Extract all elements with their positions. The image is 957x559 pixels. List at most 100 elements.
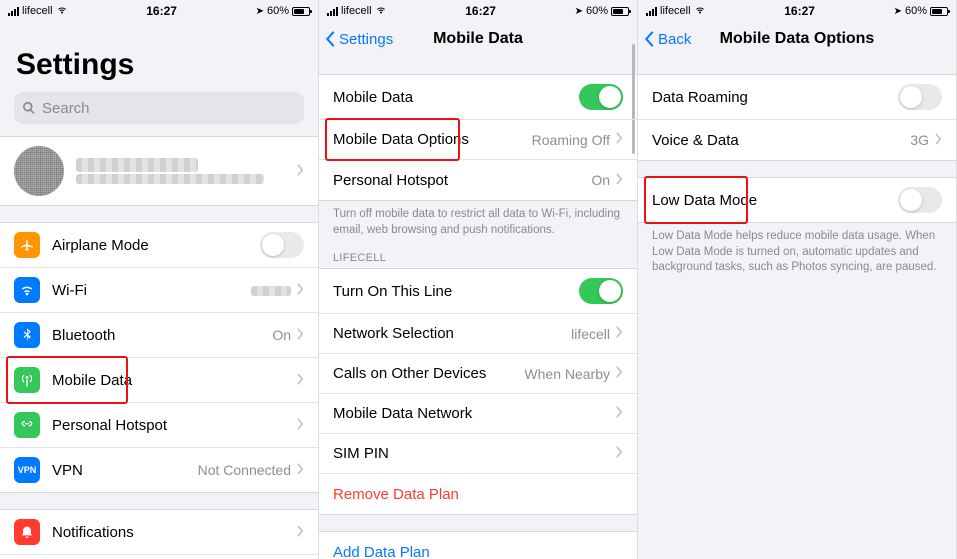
- voice-data-row[interactable]: Voice & Data 3G: [638, 120, 956, 160]
- mobile-data-toggle[interactable]: [579, 84, 623, 110]
- carrier-label: lifecell: [660, 5, 691, 17]
- bluetooth-row[interactable]: Bluetooth On: [0, 313, 318, 358]
- battery-icon: [930, 7, 948, 16]
- nav-title: Mobile Data: [433, 30, 523, 48]
- sounds-row[interactable]: Sounds & Haptics: [0, 555, 318, 559]
- notifications-icon: [14, 519, 40, 545]
- footer-text: Turn off mobile data to restrict all dat…: [319, 201, 637, 238]
- airplane-mode-row[interactable]: Airplane Mode: [0, 223, 318, 268]
- footer-text: Low Data Mode helps reduce mobile data u…: [638, 223, 956, 276]
- row-label: Low Data Mode: [652, 192, 898, 209]
- notifications-row[interactable]: Notifications: [0, 510, 318, 555]
- row-label: Remove Data Plan: [333, 486, 623, 503]
- bluetooth-icon: [14, 322, 40, 348]
- chevron-right-icon: [616, 445, 623, 462]
- line-toggle[interactable]: [579, 278, 623, 304]
- row-label: Wi-Fi: [52, 282, 251, 299]
- location-icon: ➤: [256, 6, 264, 17]
- row-label: Notifications: [52, 524, 297, 541]
- chevron-right-icon: [297, 372, 304, 389]
- row-label: Mobile Data: [52, 372, 297, 389]
- add-data-plan-row[interactable]: Add Data Plan: [319, 532, 637, 559]
- chevron-right-icon: [297, 417, 304, 434]
- back-button[interactable]: Settings: [325, 31, 393, 48]
- low-data-toggle[interactable]: [898, 187, 942, 213]
- nav-bar: Back Mobile Data Options: [638, 20, 956, 58]
- row-label: Network Selection: [333, 325, 571, 342]
- chevron-right-icon: [297, 327, 304, 344]
- hotspot-row[interactable]: Personal Hotspot: [0, 403, 318, 448]
- mobile-data-network-row[interactable]: Mobile Data Network: [319, 394, 637, 434]
- mobile-data-options-row[interactable]: Mobile Data Options Roaming Off: [319, 120, 637, 160]
- network-selection-row[interactable]: Network Selection lifecell: [319, 314, 637, 354]
- chevron-right-icon: [616, 365, 623, 382]
- carrier-label: lifecell: [341, 5, 372, 17]
- wifi-status-icon: [694, 5, 706, 18]
- roaming-toggle[interactable]: [898, 84, 942, 110]
- battery-icon: [292, 7, 310, 16]
- clock: 16:27: [465, 4, 496, 18]
- hotspot-icon: [14, 412, 40, 438]
- calls-other-devices-row[interactable]: Calls on Other Devices When Nearby: [319, 354, 637, 394]
- search-placeholder: Search: [42, 100, 90, 117]
- status-bar: lifecell 16:27 ➤60%: [319, 0, 637, 20]
- avatar: [14, 146, 64, 196]
- row-label: VPN: [52, 462, 198, 479]
- row-value: Not Connected: [198, 462, 291, 478]
- row-value: 3G: [910, 132, 929, 148]
- mobile-data-row[interactable]: Mobile Data: [0, 358, 318, 403]
- chevron-left-icon: [644, 31, 655, 47]
- low-data-mode-row[interactable]: Low Data Mode: [638, 178, 956, 222]
- wifi-icon: [14, 277, 40, 303]
- row-value: On: [272, 327, 291, 343]
- nav-title: Mobile Data Options: [720, 30, 875, 48]
- screen-mobile-data: lifecell 16:27 ➤60% Settings Mobile Data…: [319, 0, 638, 559]
- screen-mobile-data-options: lifecell 16:27 ➤60% Back Mobile Data Opt…: [638, 0, 957, 559]
- chevron-right-icon: [297, 282, 304, 299]
- row-value: Roaming Off: [532, 132, 610, 148]
- remove-data-plan-row[interactable]: Remove Data Plan: [319, 474, 637, 514]
- search-icon: [22, 101, 36, 115]
- screen-settings: lifecell 16:27 ➤ 60% Settings Search Air…: [0, 0, 319, 559]
- carrier-label: lifecell: [22, 5, 53, 17]
- signal-icon: [646, 7, 657, 16]
- battery-icon: [611, 7, 629, 16]
- chevron-right-icon: [616, 405, 623, 422]
- airplane-toggle[interactable]: [260, 232, 304, 258]
- status-bar: lifecell 16:27 ➤ 60%: [0, 0, 318, 20]
- signal-icon: [327, 7, 338, 16]
- chevron-right-icon: [297, 462, 304, 479]
- row-label: Calls on Other Devices: [333, 365, 524, 382]
- page-title: Settings: [0, 20, 318, 92]
- mobile-data-toggle-row[interactable]: Mobile Data: [319, 75, 637, 120]
- battery-pct: 60%: [267, 5, 289, 17]
- row-label: Add Data Plan: [333, 544, 623, 559]
- row-label: Mobile Data Options: [333, 131, 532, 148]
- nav-bar: Settings Mobile Data: [319, 20, 637, 58]
- vpn-row[interactable]: VPN VPN Not Connected: [0, 448, 318, 492]
- clock: 16:27: [146, 4, 177, 18]
- row-label: Personal Hotspot: [333, 172, 591, 189]
- vpn-icon: VPN: [14, 457, 40, 483]
- wifi-status-icon: [375, 5, 387, 18]
- status-bar: lifecell 16:27 ➤60%: [638, 0, 956, 20]
- chevron-right-icon: [616, 131, 623, 148]
- wifi-row[interactable]: Wi-Fi: [0, 268, 318, 313]
- personal-hotspot-row[interactable]: Personal Hotspot On: [319, 160, 637, 200]
- profile-row[interactable]: [0, 137, 318, 205]
- back-button[interactable]: Back: [644, 31, 691, 48]
- search-input[interactable]: Search: [14, 92, 304, 124]
- section-header: LIFECELL: [319, 238, 637, 268]
- chevron-right-icon: [616, 172, 623, 189]
- chevron-right-icon: [297, 163, 304, 180]
- data-roaming-row[interactable]: Data Roaming: [638, 75, 956, 120]
- chevron-right-icon: [935, 132, 942, 149]
- row-label: Mobile Data Network: [333, 405, 616, 422]
- row-label: Bluetooth: [52, 327, 272, 344]
- sim-pin-row[interactable]: SIM PIN: [319, 434, 637, 474]
- row-label: Mobile Data: [333, 89, 579, 106]
- turn-on-line-row[interactable]: Turn On This Line: [319, 269, 637, 314]
- row-label: Turn On This Line: [333, 283, 579, 300]
- location-icon: ➤: [575, 6, 583, 17]
- row-label: Personal Hotspot: [52, 417, 297, 434]
